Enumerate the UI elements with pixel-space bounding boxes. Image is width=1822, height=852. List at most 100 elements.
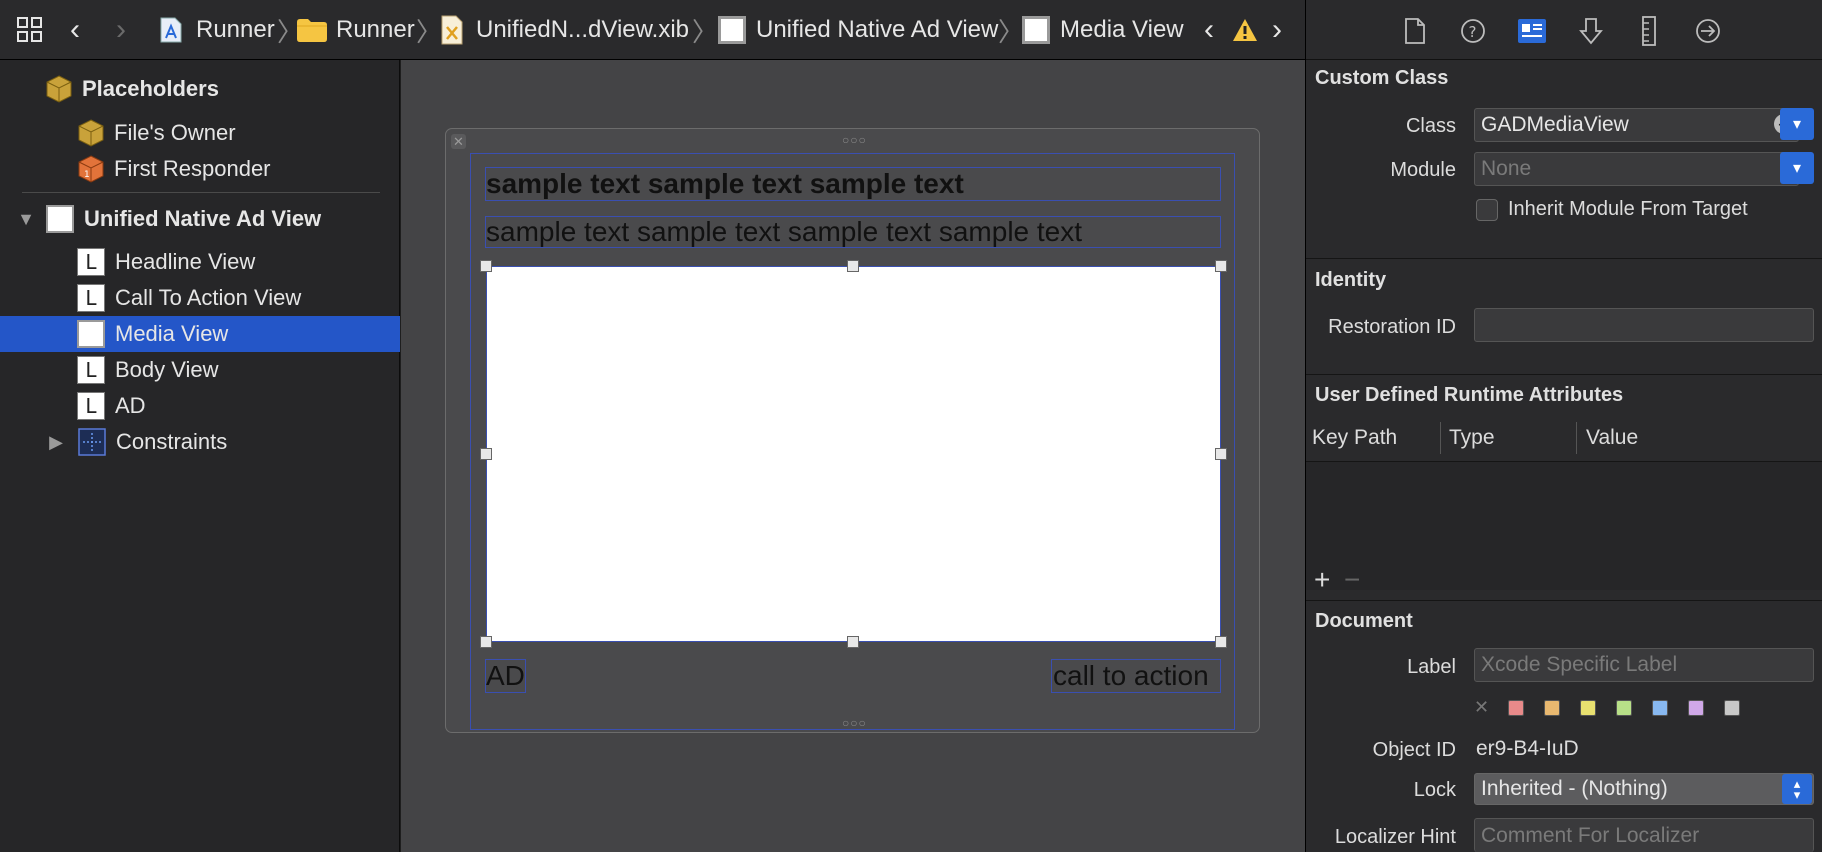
- breadcrumb-label[interactable]: Unified Native Ad View: [756, 0, 998, 60]
- class-field[interactable]: GADMediaView: [1474, 108, 1799, 142]
- back-icon[interactable]: ‹: [70, 0, 80, 60]
- outline-label: Body View: [115, 357, 219, 382]
- interface-builder-canvas[interactable]: ✕ ○○○ ○○○ sample text sample text sample…: [401, 60, 1305, 852]
- resize-handle[interactable]: [1215, 448, 1227, 460]
- outline-row-ad[interactable]: L AD: [0, 388, 400, 424]
- unified-native-ad-view-frame[interactable]: ✕ ○○○ ○○○ sample text sample text sample…: [445, 128, 1260, 733]
- restoration-id-label: Restoration ID: [1328, 316, 1456, 338]
- outline-row-root-view[interactable]: ▼ Unified Native Ad View: [0, 201, 400, 237]
- warning-icon[interactable]: [1232, 0, 1258, 60]
- ad-label[interactable]: AD: [486, 660, 525, 692]
- inspector-tabs: ?: [1306, 0, 1822, 60]
- document-label-field[interactable]: Xcode Specific Label: [1474, 648, 1814, 682]
- column-header-key-path[interactable]: Key Path: [1312, 426, 1397, 450]
- breadcrumb-label[interactable]: UnifiedN...dView.xib: [476, 0, 689, 60]
- chevron-up-down-icon: ▴ ▾: [1793, 776, 1801, 802]
- custom-class-title: Custom Class: [1315, 67, 1449, 89]
- outline-label: AD: [115, 393, 146, 418]
- resize-handle[interactable]: [847, 260, 859, 272]
- body-view[interactable]: sample text sample text sample text samp…: [486, 216, 1082, 248]
- forward-icon[interactable]: ›: [116, 0, 126, 60]
- document-outline: Placeholders File's Owner 1 First Respon…: [0, 60, 400, 852]
- outline-row-constraints[interactable]: ▶ Constraints: [0, 424, 400, 460]
- next-issue-icon[interactable]: ›: [1272, 0, 1282, 60]
- disclosure-expanded-icon[interactable]: ▼: [16, 209, 36, 230]
- breadcrumb-separator: 〉: [998, 16, 1025, 47]
- lock-popup[interactable]: Inherited - (Nothing): [1474, 773, 1814, 805]
- breadcrumb-label[interactable]: Runner: [196, 0, 275, 60]
- module-placeholder: None: [1481, 157, 1532, 180]
- identity-inspector-icon[interactable]: [1515, 14, 1549, 48]
- module-label: Module: [1390, 159, 1456, 181]
- svg-text:?: ?: [1469, 23, 1477, 41]
- outline-row-files-owner[interactable]: File's Owner: [0, 115, 400, 151]
- resize-handle[interactable]: [847, 636, 859, 648]
- connections-inspector-icon[interactable]: [1691, 14, 1725, 48]
- clear-color-icon[interactable]: ✕: [1474, 697, 1489, 718]
- resize-handle[interactable]: [1215, 636, 1227, 648]
- breadcrumb-separator: 〉: [416, 16, 443, 47]
- close-scene-icon[interactable]: ✕: [451, 134, 466, 149]
- color-swatch-blue[interactable]: [1652, 700, 1668, 716]
- outline-row-first-responder[interactable]: 1 First Responder: [0, 151, 400, 187]
- breadcrumb-label[interactable]: Media View: [1060, 0, 1184, 60]
- app-target-icon: [160, 17, 182, 43]
- color-swatch-gray[interactable]: [1724, 700, 1740, 716]
- resize-handle[interactable]: [480, 448, 492, 460]
- outline-label: Media View: [115, 321, 229, 346]
- runtime-attributes-header: Key Path Type Value: [1306, 418, 1822, 462]
- runtime-attributes-table[interactable]: [1306, 462, 1822, 590]
- resize-handle[interactable]: [1215, 260, 1227, 272]
- resize-handle[interactable]: [480, 636, 492, 648]
- module-field[interactable]: None: [1474, 152, 1799, 186]
- outline-row-placeholders[interactable]: Placeholders: [0, 71, 400, 107]
- view-icon: [46, 205, 74, 233]
- headline-view[interactable]: sample text sample text sample text: [486, 168, 964, 200]
- outline-label: Unified Native Ad View: [84, 206, 322, 231]
- outline-divider: [22, 192, 380, 193]
- attributes-inspector-icon[interactable]: [1574, 14, 1608, 48]
- view-icon: [77, 320, 105, 348]
- help-inspector-icon[interactable]: ?: [1456, 14, 1490, 48]
- color-swatch-red[interactable]: [1508, 700, 1524, 716]
- file-inspector-icon[interactable]: [1398, 14, 1432, 48]
- view-icon: [718, 0, 746, 60]
- identity-title: Identity: [1315, 269, 1387, 291]
- size-inspector-icon[interactable]: [1632, 14, 1666, 48]
- column-header-type[interactable]: Type: [1449, 426, 1495, 450]
- breadcrumb-item-runner-target[interactable]: [158, 0, 184, 60]
- inherit-module-checkbox[interactable]: [1476, 199, 1498, 221]
- module-dropdown-button[interactable]: ▾: [1780, 152, 1814, 184]
- disclosure-collapsed-icon[interactable]: ▶: [46, 432, 66, 453]
- resize-handle[interactable]: [480, 260, 492, 272]
- resize-grip-icon[interactable]: ○○○: [842, 133, 867, 147]
- class-dropdown-button[interactable]: ▾: [1780, 108, 1814, 140]
- lock-popup-button[interactable]: ▴ ▾: [1782, 774, 1812, 804]
- outline-row-media-view[interactable]: Media View: [0, 316, 400, 352]
- color-swatch-purple[interactable]: [1688, 700, 1704, 716]
- localizer-hint-field[interactable]: Comment For Localizer: [1474, 818, 1814, 852]
- color-swatch-green[interactable]: [1616, 700, 1632, 716]
- outline-row-headline-view[interactable]: L Headline View: [0, 244, 400, 280]
- breadcrumb-label[interactable]: Runner: [336, 0, 415, 60]
- call-to-action-view[interactable]: call to action: [1053, 660, 1209, 692]
- color-swatch-orange[interactable]: [1544, 700, 1560, 716]
- section-divider: [1306, 258, 1822, 259]
- xib-file-icon: [440, 0, 464, 60]
- outline-row-call-to-action-view[interactable]: L Call To Action View: [0, 280, 400, 316]
- remove-attribute-icon[interactable]: −: [1344, 564, 1360, 596]
- document-title: Document: [1315, 610, 1413, 632]
- outline-label: First Responder: [114, 156, 271, 181]
- related-items-icon[interactable]: [16, 0, 44, 60]
- previous-issue-icon[interactable]: ‹: [1204, 0, 1214, 60]
- object-id-label: Object ID: [1372, 739, 1456, 761]
- outline-row-body-view[interactable]: L Body View: [0, 352, 400, 388]
- restoration-id-field[interactable]: [1474, 308, 1814, 342]
- column-header-value[interactable]: Value: [1586, 426, 1638, 450]
- inspector-panel: ? Custom Class Class GADMediaView ➔ ▾ Mo…: [1305, 0, 1822, 852]
- color-swatch-yellow[interactable]: [1580, 700, 1596, 716]
- media-view[interactable]: [486, 266, 1221, 642]
- outline-label: Placeholders: [82, 76, 219, 101]
- add-attribute-icon[interactable]: +: [1314, 564, 1330, 596]
- inherit-module-label: Inherit Module From Target: [1508, 198, 1748, 220]
